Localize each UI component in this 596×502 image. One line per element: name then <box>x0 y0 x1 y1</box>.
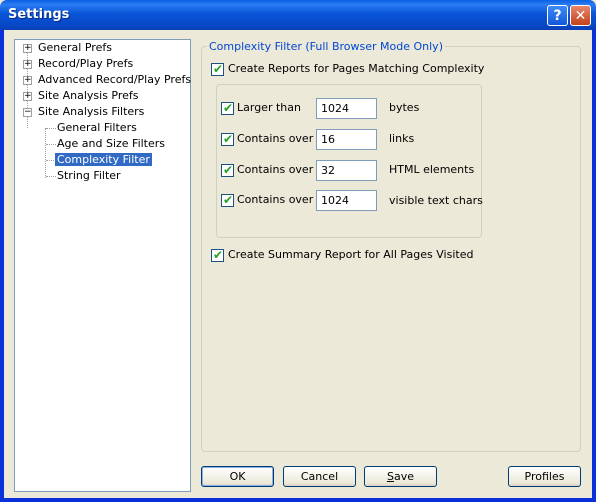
tree-item-complexity-filter[interactable]: Complexity Filter <box>55 152 152 168</box>
links-input[interactable]: 16 <box>316 129 377 150</box>
summary-report-checkbox[interactable]: ✔ <box>211 248 224 262</box>
tree-item-site-analysis-prefs[interactable]: + Site Analysis Prefs <box>23 88 139 104</box>
close-icon: ✕ <box>574 8 587 24</box>
expand-icon[interactable]: + <box>23 44 32 53</box>
bytes-input[interactable]: 1024 <box>316 98 377 119</box>
check-icon: ✔ <box>223 163 234 177</box>
larger-than-label[interactable]: Larger than <box>237 101 301 115</box>
help-button[interactable]: ? <box>547 5 568 26</box>
expand-icon[interactable]: + <box>23 60 32 69</box>
expand-icon[interactable]: + <box>23 92 32 101</box>
tree-item-label: Age and Size Filters <box>57 137 166 150</box>
collapse-icon[interactable]: − <box>23 108 32 117</box>
check-icon: ✔ <box>223 132 234 146</box>
tree-item-site-analysis-filters[interactable]: − Site Analysis Filters <box>23 104 144 120</box>
html-elements-label[interactable]: Contains over <box>237 163 313 177</box>
links-checkbox[interactable]: ✔ <box>221 132 234 146</box>
tree-connector <box>45 128 46 178</box>
save-mnemonic: S <box>386 470 394 483</box>
check-icon: ✔ <box>223 101 234 115</box>
links-unit: links <box>389 132 415 145</box>
tree-item-string-filter[interactable]: String Filter <box>57 168 121 184</box>
save-label-rest: ave <box>393 470 414 483</box>
html-elements-input[interactable]: 32 <box>316 160 377 181</box>
cancel-button[interactable]: Cancel <box>283 466 356 487</box>
tree-item-general-prefs[interactable]: + General Prefs <box>23 40 112 56</box>
check-icon: ✔ <box>213 248 224 262</box>
tree-item-general-filters[interactable]: General Filters <box>57 120 137 136</box>
visible-text-chars-input[interactable]: 1024 <box>316 190 377 211</box>
window-title: Settings <box>8 7 70 22</box>
create-reports-checkbox[interactable]: ✔ <box>211 62 224 76</box>
html-elements-unit: HTML elements <box>389 163 475 176</box>
links-label[interactable]: Contains over <box>237 132 313 146</box>
visible-text-chars-unit: visible text chars <box>389 194 483 207</box>
help-icon: ? <box>553 8 562 24</box>
larger-than-checkbox[interactable]: ✔ <box>221 101 234 115</box>
tree-item-age-and-size-filters[interactable]: Age and Size Filters <box>57 136 165 152</box>
visible-text-chars-label[interactable]: Contains over <box>237 193 313 207</box>
tree-item-label: Complexity Filter <box>55 153 152 166</box>
title-bar: Settings ? ✕ <box>0 0 596 30</box>
visible-text-chars-checkbox[interactable]: ✔ <box>221 193 234 207</box>
check-icon: ✔ <box>223 193 234 207</box>
tree-item-label: Record/Play Prefs <box>38 57 134 70</box>
check-icon: ✔ <box>213 62 224 76</box>
profiles-button[interactable]: Profiles <box>508 466 581 487</box>
save-button[interactable]: Save <box>364 466 437 487</box>
tree-item-advanced-record-play-prefs[interactable]: + Advanced Record/Play Prefs <box>23 72 191 88</box>
tree-item-label: General Prefs <box>38 41 112 54</box>
expand-icon[interactable]: + <box>23 76 32 85</box>
summary-report-label[interactable]: Create Summary Report for All Pages Visi… <box>228 248 473 262</box>
tree-connector <box>46 144 56 145</box>
tree-item-label: Site Analysis Prefs <box>38 89 139 102</box>
tree-connector <box>46 128 56 129</box>
tree-item-label: Site Analysis Filters <box>38 105 145 118</box>
create-reports-label[interactable]: Create Reports for Pages Matching Comple… <box>228 62 484 76</box>
tree-connector <box>46 176 56 177</box>
ok-button[interactable]: OK <box>201 466 274 487</box>
bytes-unit: bytes <box>389 101 420 114</box>
group-legend: Complexity Filter (Full Browser Mode Onl… <box>207 40 445 53</box>
html-elements-checkbox[interactable]: ✔ <box>221 163 234 177</box>
tree-item-label: String Filter <box>57 169 121 182</box>
tree-item-label: General Filters <box>57 121 137 134</box>
tree-item-record-play-prefs[interactable]: + Record/Play Prefs <box>23 56 133 72</box>
close-button[interactable]: ✕ <box>570 5 591 26</box>
settings-tree[interactable]: + General Prefs + Record/Play Prefs + Ad… <box>14 39 191 492</box>
tree-item-label: Advanced Record/Play Prefs <box>38 73 192 86</box>
